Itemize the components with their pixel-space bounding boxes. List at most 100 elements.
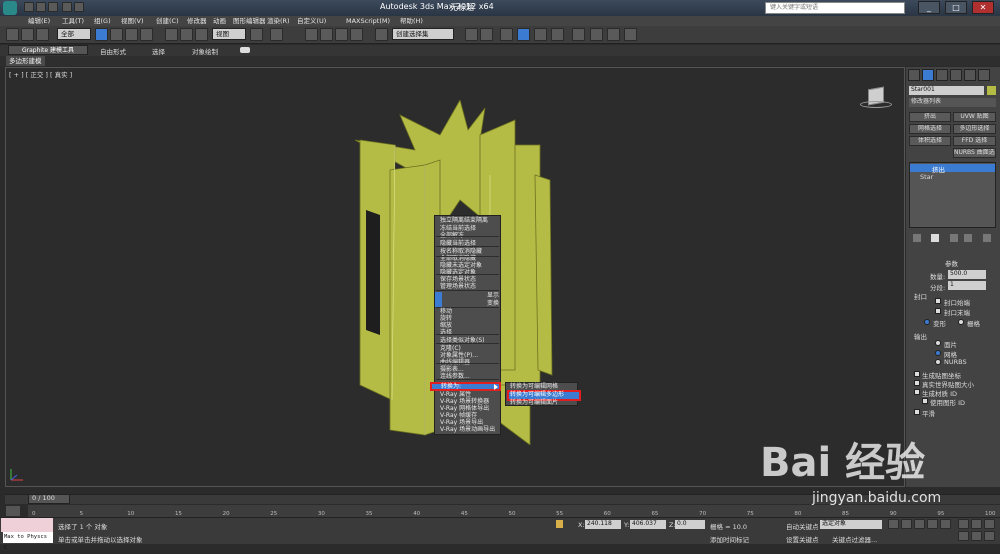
curve-editor-icon[interactable] (534, 28, 547, 41)
ctx-menu-item[interactable]: 管理场景状态 (440, 283, 476, 290)
morph-radio[interactable] (924, 319, 930, 325)
search-input[interactable]: 键入关键字或短语 (765, 2, 905, 14)
cap-start-checkbox[interactable] (935, 298, 941, 304)
ctx-menu-item[interactable]: V-Ray 属性 (440, 391, 471, 398)
segments-field[interactable]: 1 (948, 281, 986, 290)
ribbon-options-icon[interactable] (240, 47, 250, 53)
ctx-convert-poly[interactable]: 转换为可编辑多边形 (510, 391, 564, 398)
cap-end-checkbox[interactable] (935, 308, 941, 314)
configure-sets-icon[interactable] (983, 234, 991, 242)
app-logo-icon[interactable] (3, 1, 17, 15)
mesh-select-button[interactable]: 网格选择 (909, 124, 951, 134)
object-name-field[interactable]: Star001 (909, 86, 984, 95)
ctx-menu-item[interactable]: V-Ray 网格体导出 (440, 405, 489, 412)
menu-tools[interactable]: 工具(T) (62, 16, 84, 26)
redo-icon[interactable] (74, 2, 84, 12)
snap-toggle-icon[interactable] (305, 28, 318, 41)
y-coord-field[interactable]: 406.037 (630, 520, 666, 529)
close-button[interactable]: ✕ (972, 1, 994, 14)
select-by-name-icon[interactable] (110, 28, 123, 41)
orbit-icon[interactable] (984, 519, 995, 529)
modifier-list-dropdown[interactable]: 修改器列表 (909, 98, 996, 107)
ctx-menu-item[interactable]: V-Ray 场景动画导出 (440, 426, 495, 433)
ctx-convert-patch[interactable]: 转换为可编辑面片 (510, 399, 558, 406)
uvw-map-button[interactable]: UVW 贴图 (953, 112, 996, 122)
menu-create[interactable]: 创建(C) (156, 16, 179, 26)
menu-modifiers[interactable]: 修改器 (187, 16, 207, 26)
lock-icon[interactable] (556, 520, 563, 528)
ctx-menu-item[interactable]: 按名称取消隐藏 (440, 248, 482, 255)
menu-animation[interactable]: 动画 (213, 16, 226, 26)
zoom-all-icon[interactable] (971, 519, 982, 529)
menu-graph-editors[interactable]: 图形编辑器 (233, 16, 266, 26)
remove-modifier-icon[interactable] (964, 234, 972, 242)
modify-tab-icon[interactable] (922, 69, 934, 81)
extrude-button[interactable]: 挤出 (909, 112, 951, 122)
render-production-icon[interactable] (624, 28, 637, 41)
select-manipulate-icon[interactable] (270, 28, 283, 41)
ctx-menu-item[interactable]: 保存场景状态 (440, 276, 476, 283)
play-icon[interactable] (914, 519, 925, 529)
ctx-menu-item[interactable]: 独立隔离结束隔离 (440, 217, 488, 224)
ctx-menu-item[interactable]: 摄影表... (440, 366, 464, 373)
key-mode-dropdown[interactable]: 选定对象 (820, 520, 882, 529)
amount-field[interactable]: 500.0 (948, 270, 986, 279)
key-filters-button[interactable]: 关键点过滤器... (832, 534, 877, 544)
tab-freeform[interactable]: 自由形式 (100, 46, 126, 56)
graphite-toggle-icon[interactable] (517, 28, 530, 41)
rotate-icon[interactable] (180, 28, 193, 41)
show-end-result-icon[interactable] (931, 234, 939, 242)
rect-selection-icon[interactable] (125, 28, 138, 41)
display-tab-icon[interactable] (964, 69, 976, 81)
ctx-menu-item[interactable]: V-Ray 帧缓存 (440, 412, 477, 419)
prev-frame-icon[interactable] (901, 519, 912, 529)
output-mesh-radio[interactable] (935, 350, 941, 356)
angle-snap-icon[interactable] (320, 28, 333, 41)
maximize-button[interactable]: □ (945, 1, 967, 14)
stack-item-star[interactable]: Star (920, 173, 933, 181)
real-world-checkbox[interactable] (914, 380, 920, 386)
menu-views[interactable]: 视图(V) (121, 16, 144, 26)
menu-group[interactable]: 组(G) (94, 16, 111, 26)
ctx-menu-item[interactable]: 旋转 (440, 315, 452, 322)
ctx-menu-item[interactable]: 对象属性(P)... (440, 352, 478, 359)
new-file-icon[interactable] (24, 2, 34, 12)
zoom-icon[interactable] (958, 519, 969, 529)
minimize-button[interactable]: _ (918, 1, 940, 14)
pivot-center-icon[interactable] (250, 28, 263, 41)
poly-modeling-panel[interactable]: 多边形建模 (6, 56, 45, 66)
next-frame-icon[interactable] (927, 519, 938, 529)
output-patch-radio[interactable] (935, 340, 941, 346)
rendered-frame-icon[interactable] (607, 28, 620, 41)
named-selection-set-dropdown[interactable]: 创建选择集 (392, 28, 454, 40)
go-to-start-icon[interactable] (888, 519, 899, 529)
go-to-end-icon[interactable] (940, 519, 951, 529)
ctx-menu-item[interactable]: V-Ray 场景导出 (440, 419, 483, 426)
align-icon[interactable] (480, 28, 493, 41)
stack-item-extrude[interactable]: 挤出 (932, 164, 945, 174)
unlink-icon[interactable] (21, 28, 34, 41)
render-setup-icon[interactable] (590, 28, 603, 41)
undo-icon[interactable] (62, 2, 72, 12)
selection-filter-dropdown[interactable]: 全部 (57, 28, 91, 40)
material-editor-icon[interactable] (572, 28, 585, 41)
use-shape-ids-checkbox[interactable] (922, 398, 928, 404)
motion-tab-icon[interactable] (950, 69, 962, 81)
menu-customize[interactable]: 自定义(U) (297, 16, 326, 26)
schematic-view-icon[interactable] (551, 28, 564, 41)
hierarchy-tab-icon[interactable] (936, 69, 948, 81)
edit-named-selection-icon[interactable] (375, 28, 388, 41)
stack-item-extrude-selected[interactable] (910, 164, 995, 172)
object-color-swatch[interactable] (987, 86, 996, 95)
viewport-label[interactable]: [ + ] [ 正交 ] [ 真实 ] (9, 69, 72, 79)
output-nurbs-radio[interactable] (935, 359, 941, 365)
ctx-menu-item[interactable]: 缩放 (440, 322, 452, 329)
ctx-menu-item[interactable]: 隐藏未选定对象 (440, 262, 482, 269)
ctx-menu-item[interactable]: V-Ray 场景转换器 (440, 398, 489, 405)
bind-space-warp-icon[interactable] (36, 28, 49, 41)
vol-select-button[interactable]: 体积选择 (909, 136, 951, 146)
set-key-button[interactable]: 设置关键点 (786, 534, 819, 544)
pan-icon[interactable] (958, 531, 969, 541)
gen-map-checkbox[interactable] (914, 371, 920, 377)
nurbs-select-button[interactable]: NURBS 曲面选择 (953, 148, 996, 158)
